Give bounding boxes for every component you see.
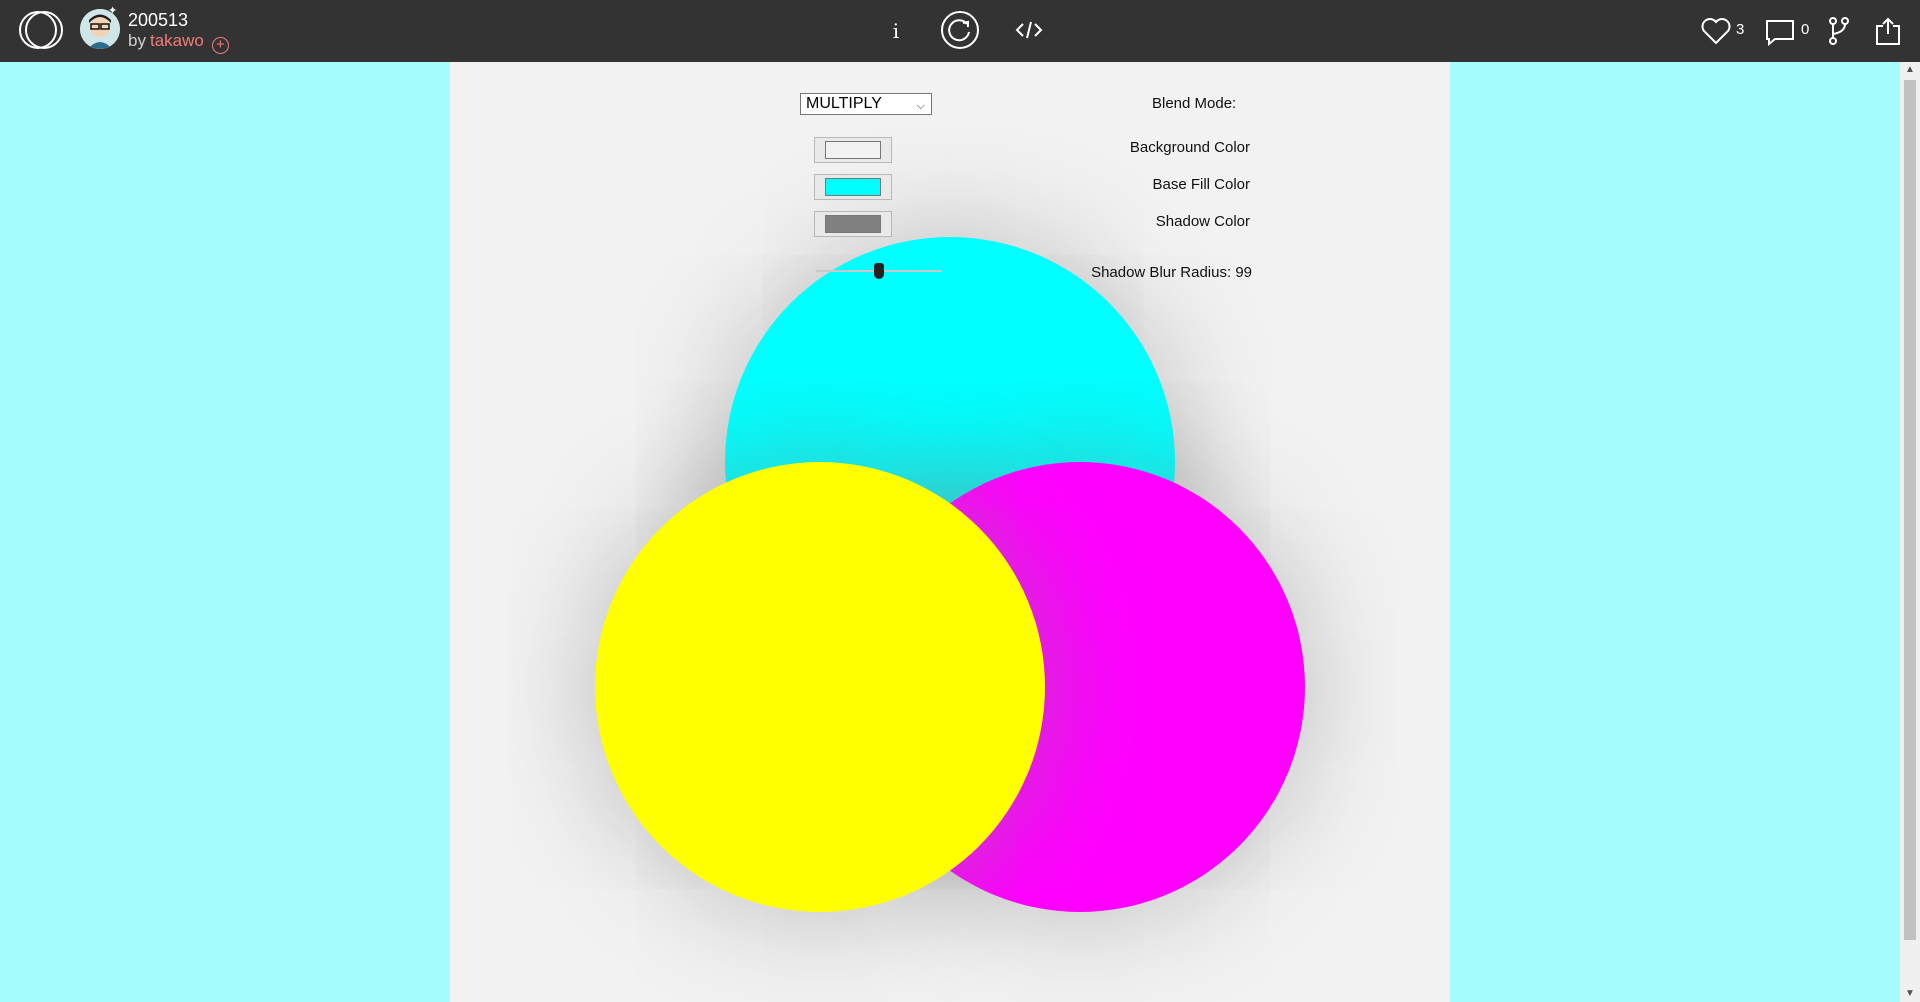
share-icon[interactable] — [1874, 16, 1902, 46]
shadow-blur-value: 99 — [1235, 264, 1252, 281]
sketch-canvas[interactable]: MULTIPLY ⌵ Blend Mode: Background Color … — [450, 62, 1450, 1002]
scroll-thumb[interactable] — [1904, 80, 1916, 940]
code-icon[interactable] — [1014, 16, 1044, 44]
blend-mode-value: MULTIPLY — [806, 95, 882, 112]
blend-mode-select[interactable]: MULTIPLY ⌵ — [800, 93, 932, 115]
background-color-picker[interactable] — [814, 137, 892, 163]
vertical-scrollbar[interactable]: ▲ ▼ — [1900, 62, 1920, 1002]
shadow-blur-slider[interactable] — [816, 261, 942, 281]
background-color-swatch — [825, 141, 881, 159]
author-link[interactable]: takawo — [150, 31, 204, 50]
fork-icon[interactable] — [1826, 16, 1852, 46]
reload-icon[interactable] — [940, 10, 980, 50]
shadow-color-label: Shadow Color — [1155, 213, 1250, 230]
sketch-byline: by takawo + — [128, 31, 229, 54]
base-fill-color-swatch — [825, 178, 881, 196]
base-fill-color-picker[interactable] — [814, 174, 892, 200]
like-count: 3 — [1736, 21, 1745, 38]
comment-count: 0 — [1801, 21, 1810, 38]
scroll-up-icon[interactable]: ▲ — [1900, 62, 1920, 78]
blend-mode-label: Blend Mode: — [1152, 95, 1237, 112]
follow-button[interactable]: + — [211, 37, 229, 54]
top-bar: ✦ 200513 by takawo + i 3 0 — [0, 0, 1920, 62]
chevron-down-icon: ⌵ — [916, 100, 925, 112]
slider-thumb[interactable] — [874, 263, 884, 279]
background-color-label: Background Color — [1129, 139, 1250, 156]
info-button[interactable]: i — [884, 14, 908, 48]
shadow-blur-label: Shadow Blur Radius: 99 — [1030, 264, 1252, 281]
plus-star-icon: ✦ — [108, 5, 118, 17]
base-fill-color-label: Base Fill Color — [1152, 176, 1250, 193]
comment-icon[interactable] — [1764, 18, 1796, 47]
sketch-title: 200513 — [128, 10, 189, 30]
openprocessing-logo-icon[interactable] — [18, 10, 64, 50]
heart-icon[interactable] — [1700, 16, 1732, 46]
shadow-color-picker[interactable] — [814, 211, 892, 237]
by-prefix: by — [128, 31, 146, 50]
yellow-circle — [595, 462, 1045, 912]
scroll-down-icon[interactable]: ▼ — [1900, 986, 1920, 1002]
shadow-blur-label-text: Shadow Blur Radius: — [1091, 264, 1232, 281]
shadow-color-swatch — [825, 215, 881, 233]
